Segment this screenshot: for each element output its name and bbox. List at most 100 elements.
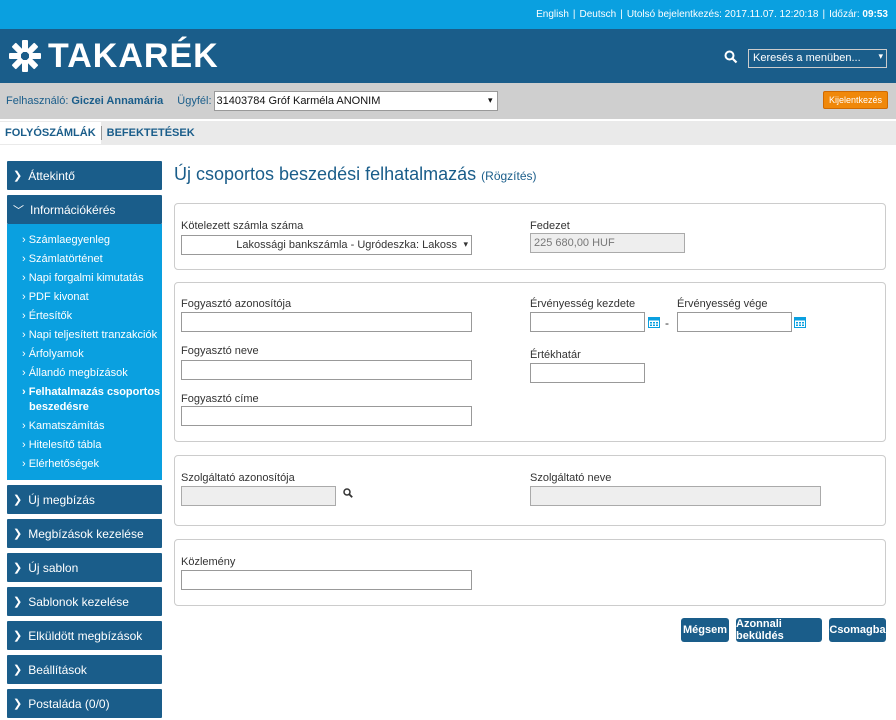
user-name: Giczei Annamária: [71, 95, 164, 107]
calendar-icon[interactable]: [648, 316, 660, 328]
submenu-item-label-line2: beszedésre: [29, 401, 89, 413]
cancel-button[interactable]: Mégsem: [681, 618, 729, 642]
last-login-label: Utolsó bejelentkezés:: [626, 9, 722, 20]
valid-from-input[interactable]: [530, 312, 645, 332]
submenu-item-label: › Felhatalmazás csoportos: [22, 386, 161, 398]
sidebar-item-label: Új sablon: [28, 560, 79, 575]
consumer-id-input[interactable]: [181, 312, 472, 332]
submenu-item-balance[interactable]: › Számlaegyenleg: [22, 231, 162, 250]
logo-star-icon: [9, 40, 41, 72]
provider-id-label: Szolgáltató azonosítója: [181, 472, 295, 484]
provider-name-input: [530, 486, 821, 506]
consumer-name-input[interactable]: [181, 360, 472, 380]
chevron-right-icon: ❯: [13, 562, 23, 574]
sidebar-item-mailbox[interactable]: ❯ Postaláda (0/0): [7, 689, 162, 718]
tab-accounts[interactable]: FOLYÓSZÁMLÁK: [0, 122, 101, 144]
valid-to-label: Érvényesség vége: [677, 298, 768, 310]
sidebar-item-manage-templates[interactable]: ❯ Sablonok kezelése: [7, 587, 162, 616]
last-login-value: 2017.11.07. 12:20:18: [724, 9, 819, 20]
account-select-value: Lakossági bankszámla - Ugródeszka: Lakos…: [236, 239, 457, 251]
chevron-down-icon: ﹀: [13, 204, 24, 217]
submenu-item-interest-calc[interactable]: › Kamatszámítás: [22, 417, 162, 436]
sidebar-item-overview[interactable]: ❯ Áttekintő: [7, 161, 162, 190]
add-to-package-button[interactable]: Csomagba: [829, 618, 886, 642]
consumer-name-label: Fogyasztó neve: [181, 345, 259, 357]
sidebar: ❯ Áttekintő ﹀ Információkérés › Számlaegye…: [7, 161, 162, 720]
submenu-item-daily-transactions[interactable]: › Napi teljesített tranzakciók: [22, 326, 162, 345]
valid-to-input[interactable]: [677, 312, 792, 332]
separator: |: [572, 9, 576, 20]
valid-from-label: Érvényesség kezdete: [530, 298, 636, 310]
submenu-item-contacts[interactable]: › Elérhetőségek: [22, 455, 162, 474]
sidebar-item-label: Elküldött megbízások: [28, 628, 143, 643]
client-label: Ügyfél:: [177, 95, 212, 107]
sidebar-item-label: Új megbízás: [28, 492, 95, 507]
submenu-item-daily-turnover[interactable]: › Napi forgalmi kimutatás: [22, 269, 162, 288]
logout-button[interactable]: Kijelentkezés: [822, 91, 888, 109]
client-select[interactable]: 31403784 Gróf Karméla ANONIM ▾: [213, 91, 498, 111]
page-title-text: Új csoportos beszedési felhatalmazás: [174, 164, 477, 184]
chevron-right-icon: ❯: [13, 664, 23, 676]
sidebar-item-settings[interactable]: ❯ Beállítások: [7, 655, 162, 684]
limit-label: Értékhatár: [530, 349, 581, 361]
sidebar-submenu: › Számlaegyenleg › Számlatörténet › Napi…: [7, 224, 162, 480]
date-range-dash: -: [665, 316, 669, 330]
calendar-icon[interactable]: [794, 316, 806, 328]
lang-deutsch-link[interactable]: Deutsch: [580, 9, 617, 20]
site-header: TAKARÉK Keresés a menüben... ▾: [0, 29, 896, 83]
sidebar-item-information[interactable]: ﹀ Információkérés: [7, 195, 162, 224]
account-select[interactable]: Lakossági bankszámla - Ugródeszka: Lakos…: [181, 235, 472, 255]
submenu-item-auth-table[interactable]: › Hitelesítő tábla: [22, 436, 162, 455]
submenu-item-pdf-statement[interactable]: › PDF kivonat: [22, 288, 162, 307]
chevron-right-icon: ❯: [13, 494, 23, 506]
sidebar-item-new-order[interactable]: ❯ Új megbízás: [7, 485, 162, 514]
client-value: 31403784 Gróf Karméla ANONIM: [216, 95, 381, 107]
chevron-right-icon: ❯: [13, 170, 23, 182]
top-utility-bar: English | Deutsch | Utolsó bejelentkezés…: [0, 0, 896, 29]
main-tabs: FOLYÓSZÁMLÁK BEFEKTETÉSEK: [0, 121, 896, 145]
sidebar-item-label: Sablonok kezelése: [28, 594, 129, 609]
comment-label: Közlemény: [181, 556, 236, 568]
chevron-right-icon: ❯: [13, 630, 23, 642]
menu-search-value: Keresés a menüben...: [753, 52, 861, 64]
provider-id-input: [181, 486, 336, 506]
sidebar-item-label: Postaláda (0/0): [28, 696, 110, 711]
provider-panel: Szolgáltató azonosítója Szolgáltató neve: [174, 455, 886, 526]
coverage-field: 225 680,00 HUF: [530, 233, 685, 253]
send-now-button[interactable]: Azonnali beküldés: [736, 618, 822, 642]
separator: |: [822, 9, 826, 20]
submenu-item-standing-orders[interactable]: › Állandó megbízások: [22, 364, 162, 383]
chevron-right-icon: ❯: [13, 698, 23, 710]
provider-name-label: Szolgáltató neve: [530, 472, 612, 484]
user-bar: Felhasználó: Giczei Annamária Ügyfél: 31…: [0, 83, 896, 119]
chevron-right-icon: ❯: [13, 596, 23, 608]
chevron-down-icon: ▾: [488, 95, 493, 105]
sidebar-item-new-template[interactable]: ❯ Új sablon: [7, 553, 162, 582]
account-label: Kötelezett számla száma: [181, 220, 304, 232]
submenu-item-notifications[interactable]: › Értesítők: [22, 307, 162, 326]
consumer-address-input[interactable]: [181, 406, 472, 426]
limit-input[interactable]: [530, 363, 645, 383]
search-icon[interactable]: [724, 50, 738, 64]
takarek-logo[interactable]: TAKARÉK: [8, 37, 219, 75]
consumer-panel: Fogyasztó azonosítója Fogyasztó neve Fog…: [174, 282, 886, 442]
consumer-address-label: Fogyasztó címe: [181, 393, 259, 405]
account-panel: Kötelezett számla száma Lakossági banksz…: [174, 203, 886, 270]
page-title: Új csoportos beszedési felhatalmazás (Rö…: [174, 164, 537, 185]
sidebar-item-sent-orders[interactable]: ❯ Elküldött megbízások: [7, 621, 162, 650]
submenu-item-history[interactable]: › Számlatörténet: [22, 250, 162, 269]
comment-input[interactable]: [181, 570, 472, 590]
submenu-item-exchange-rates[interactable]: › Árfolyamok: [22, 345, 162, 364]
consumer-id-label: Fogyasztó azonosítója: [181, 298, 292, 310]
coverage-label: Fedezet: [530, 220, 570, 232]
sidebar-item-manage-orders[interactable]: ❯ Megbízások kezelése: [7, 519, 162, 548]
sidebar-item-label: Információkérés: [30, 202, 116, 217]
user-label: Felhasználó:: [6, 95, 69, 107]
search-icon[interactable]: [343, 488, 353, 498]
sidebar-item-label: Áttekintő: [28, 168, 75, 183]
submenu-item-direct-debit-authorization[interactable]: › Felhatalmazás csoportos beszedésre: [22, 383, 162, 417]
chevron-down-icon: ▾: [463, 239, 468, 249]
lang-english-link[interactable]: English: [536, 9, 569, 20]
menu-search-select[interactable]: Keresés a menüben... ▾: [748, 49, 887, 68]
tab-investments[interactable]: BEFEKTETÉSEK: [102, 122, 200, 144]
